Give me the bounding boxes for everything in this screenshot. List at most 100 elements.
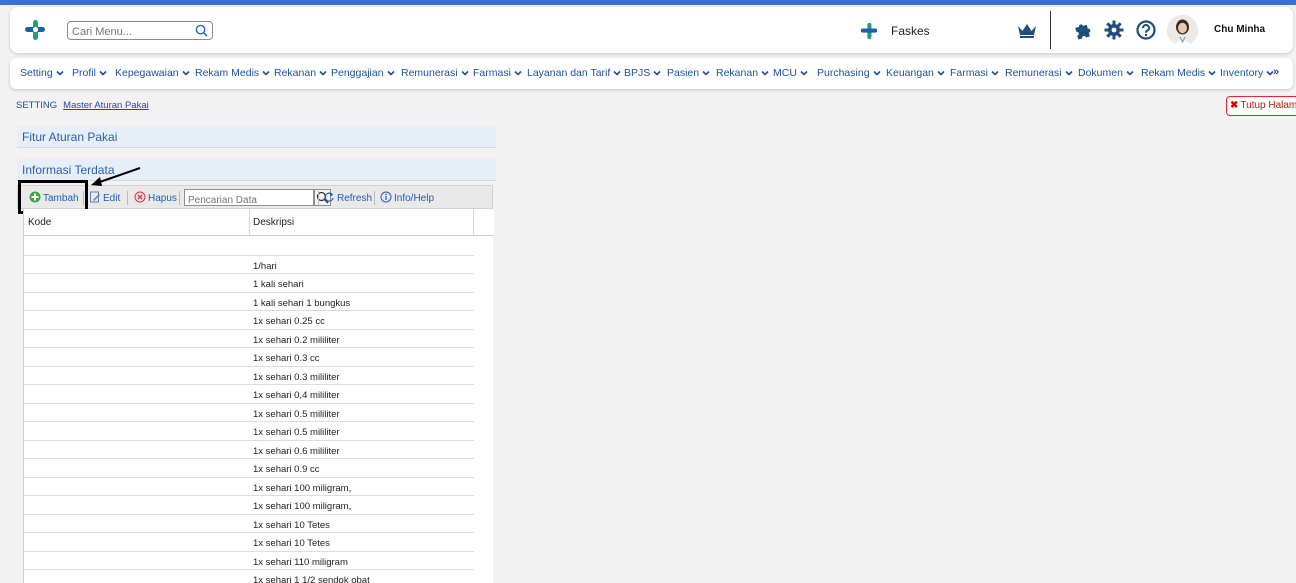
cell-deskripsi: 1x sehari 0.5 mililiter [253, 408, 340, 420]
table-row[interactable]: 1x sehari 0.9 cc [24, 459, 474, 478]
menu-item-rekam-medis[interactable]: Rekam Medis [195, 67, 270, 79]
menu-more-button[interactable]: » [1273, 66, 1279, 78]
chevron-down-icon [56, 70, 64, 76]
menu-item-label: BPJS [624, 67, 651, 79]
cell-deskripsi: 1x sehari 110 miligram [253, 556, 348, 568]
toolbar-separator [127, 191, 128, 205]
table-row[interactable]: 1x sehari 10 Tetes [24, 515, 474, 533]
chevron-down-icon [653, 70, 661, 76]
column-divider[interactable] [249, 209, 250, 236]
chevron-down-icon [319, 70, 327, 76]
faskes-icon [860, 22, 878, 40]
table-row[interactable]: 1x sehari 0,4 mililiter [24, 385, 474, 404]
info-icon [380, 191, 392, 203]
edit-icon [90, 191, 100, 203]
breadcrumb-page[interactable]: Master Aturan Pakai [63, 100, 149, 111]
puzzle-icon[interactable] [1073, 20, 1093, 40]
user-avatar[interactable] [1167, 15, 1198, 46]
column-divider[interactable] [473, 209, 474, 236]
menu-item-purchasing[interactable]: Purchasing [817, 67, 881, 79]
delete-button[interactable]: Hapus [134, 191, 177, 204]
close-page-button[interactable]: ✖Tutup Halaman [1226, 96, 1296, 116]
menu-item-remunerasi[interactable]: Remunerasi [1005, 67, 1073, 79]
close-icon: ✖ [1230, 100, 1239, 111]
menu-item-label: Farmasi [473, 67, 511, 79]
menu-item-kepegawaian[interactable]: Kepegawaian [115, 67, 190, 79]
menu-item-rekanan[interactable]: Rekanan [274, 67, 327, 79]
app-logo-icon[interactable] [24, 19, 46, 41]
menu-item-rekanan[interactable]: Rekanan [716, 67, 769, 79]
edit-button[interactable]: Edit [89, 191, 120, 204]
chevron-down-icon [702, 70, 710, 76]
chevron-down-icon [800, 70, 808, 76]
table-row[interactable]: 1x sehari 1 1/2 sendok obat [24, 570, 474, 583]
info-help-button[interactable]: Info/Help [380, 191, 434, 204]
data-search[interactable] [184, 189, 314, 208]
menu-item-dokumen[interactable]: Dokumen [1078, 67, 1134, 79]
menu-search-input[interactable] [68, 23, 188, 41]
menu-item-label: Rekanan [274, 67, 317, 79]
table-row[interactable]: 1 kali sehari 1 bungkus [24, 293, 474, 311]
table-row[interactable]: 1x sehari 0.6 mililiter [24, 441, 474, 459]
menu-item-label: Farmasi [950, 67, 988, 79]
table-row[interactable]: 1x sehari 100 miligram, [24, 496, 474, 515]
menu-item-profil[interactable]: Profil [72, 67, 107, 79]
menu-item-setting[interactable]: Setting [20, 67, 64, 79]
table-row[interactable]: 1x sehari 0.5 mililiter [24, 422, 474, 441]
cell-deskripsi: 1x sehari 10 Tetes [253, 519, 330, 531]
menu-item-rekam-medis[interactable]: Rekam Medis [1141, 67, 1216, 79]
facility-label: Faskes [891, 24, 930, 38]
table-row[interactable]: 1x sehari 0.2 mililiter [24, 330, 474, 348]
table-row[interactable] [24, 237, 474, 256]
menu-item-farmasi[interactable]: Farmasi [473, 67, 522, 79]
menu-item-keuangan[interactable]: Keuangan [886, 67, 945, 79]
search-icon[interactable] [195, 24, 208, 37]
column-header-kode[interactable]: Kode [28, 217, 51, 228]
crown-icon[interactable] [1017, 22, 1037, 38]
breadcrumb-section[interactable]: SETTING [16, 100, 57, 111]
cell-deskripsi: 1x sehari 100 miligram, [253, 501, 352, 512]
table-row[interactable]: 1x sehari 110 miligram [24, 552, 474, 570]
menu-item-label: Purchasing [817, 67, 870, 79]
menu-item-label: Remunerasi [401, 67, 458, 79]
refresh-button[interactable]: Refresh [323, 191, 372, 204]
cell-deskripsi: 1x sehari 0,4 mililiter [253, 390, 340, 401]
cell-deskripsi: 1x sehari 0.5 mililiter [253, 427, 340, 438]
data-search-input[interactable] [185, 193, 295, 208]
gear-icon[interactable] [1104, 20, 1124, 40]
user-name[interactable]: Chu Minha [1214, 24, 1265, 35]
table-row[interactable]: 1x sehari 0.3 cc [24, 348, 474, 367]
table-row[interactable]: 1x sehari 0.3 mililiter [24, 367, 474, 385]
cell-deskripsi: 1x sehari 10 Tetes [253, 538, 330, 549]
table-row[interactable]: 1x sehari 0.5 mililiter [24, 404, 474, 422]
top-accent-bar [0, 0, 1296, 5]
menu-item-layanan-dan-tarif[interactable]: Layanan dan Tarif [527, 67, 621, 79]
cell-deskripsi: 1x sehari 0.25 cc [253, 316, 325, 327]
menu-item-label: Remunerasi [1005, 67, 1062, 79]
menu-item-bpjs[interactable]: BPJS [624, 67, 661, 79]
menu-search[interactable] [67, 21, 213, 41]
cell-deskripsi: 1x sehari 100 miligram, [253, 482, 352, 494]
menu-item-mcu[interactable]: MCU [773, 67, 808, 79]
grid-scrollbar-area[interactable] [474, 236, 493, 583]
menu-item-penggajian[interactable]: Penggajian [331, 67, 395, 79]
column-header-deskripsi[interactable]: Deskripsi [253, 217, 294, 228]
cell-deskripsi: 1/hari [253, 260, 277, 272]
chevron-down-icon [99, 70, 107, 76]
table-row[interactable]: 1x sehari 0.25 cc [24, 311, 474, 330]
chevron-down-icon [386, 70, 395, 76]
menu-item-inventory[interactable]: Inventory [1220, 67, 1274, 79]
table-row[interactable]: 1/hari [24, 256, 474, 274]
table-row[interactable]: 1x sehari 100 miligram, [24, 478, 474, 496]
menu-item-pasien[interactable]: Pasien [667, 67, 710, 79]
help-icon[interactable] [1136, 20, 1156, 40]
chevron-down-icon [991, 70, 999, 76]
close-page-label: Tutup Halaman [1240, 100, 1296, 111]
toolbar-separator [179, 191, 180, 205]
menu-item-remunerasi[interactable]: Remunerasi [401, 67, 469, 79]
table-row[interactable]: 1x sehari 10 Tetes [24, 533, 474, 552]
cell-deskripsi: 1x sehari 0.2 mililiter [253, 334, 340, 346]
edit-label: Edit [103, 193, 121, 204]
table-row[interactable]: 1 kali sehari [24, 274, 474, 293]
menu-item-farmasi[interactable]: Farmasi [950, 67, 999, 79]
